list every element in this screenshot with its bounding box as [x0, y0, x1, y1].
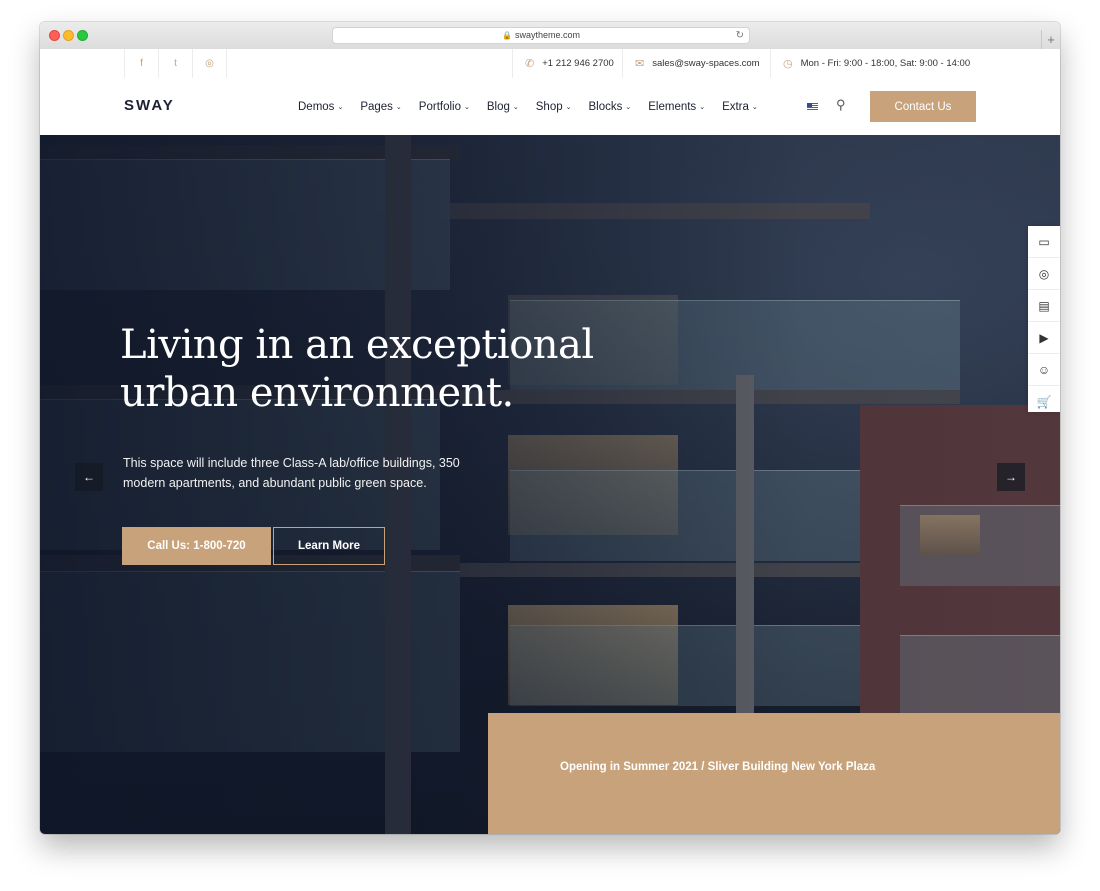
social-links: f t ◎: [124, 49, 227, 78]
nav-item-blog[interactable]: Blog ⌄: [487, 101, 519, 113]
reload-icon[interactable]: ↻: [736, 28, 744, 43]
nav-item-label: Blocks: [588, 100, 623, 113]
subtext-line: modern apartments, and abundant public g…: [123, 476, 427, 490]
maximize-window-button[interactable]: [77, 30, 88, 41]
instagram-icon[interactable]: ◎: [192, 49, 227, 78]
twitter-icon[interactable]: t: [158, 49, 192, 78]
side-toolbar: ▭ ◎ ▤ ▶ ☺ 🛒: [1028, 226, 1060, 412]
slider-prev-arrow-icon[interactable]: ←: [75, 463, 103, 491]
subtext-line: This space will include three Class-A la…: [123, 456, 460, 470]
nav-item-blocks[interactable]: Blocks ⌄: [589, 101, 632, 113]
phone-icon: ✆: [525, 58, 535, 70]
nav-menu: Demos ⌄ Pages ⌄ Portfolio ⌄ Blog ⌄ Shop ⌄ Blo…: [298, 78, 775, 135]
email-address: sales@sway-spaces.com: [652, 58, 760, 69]
support-icon[interactable]: ◎: [1028, 258, 1060, 290]
email-info[interactable]: ✉ sales@sway-spaces.com: [622, 49, 783, 78]
search-icon[interactable]: ⚲: [836, 97, 846, 113]
banner-text: Opening in Summer 2021 / Sliver Building…: [560, 761, 876, 773]
nav-item-elements[interactable]: Elements ⌄: [648, 101, 705, 113]
minimize-window-button[interactable]: [63, 30, 74, 41]
site-logo[interactable]: SWAY: [124, 97, 175, 114]
opening-banner: Opening in Summer 2021 / Sliver Building…: [488, 713, 1060, 834]
lock-icon: 🔒: [502, 31, 512, 40]
phone-number: +1 212 946 2700: [542, 58, 614, 69]
address-bar[interactable]: 🔒 swaytheme.com ↻: [332, 27, 750, 44]
nav-item-label: Elements: [648, 100, 697, 113]
hero-subtext: This space will include three Class-A la…: [123, 453, 503, 493]
nav-item-label: Pages: [360, 100, 393, 113]
document-icon[interactable]: ▤: [1028, 290, 1060, 322]
browser-titlebar: 🔒 swaytheme.com ↻ +: [40, 22, 1060, 50]
cart-icon[interactable]: 🛒: [1028, 386, 1060, 417]
new-tab-button[interactable]: +: [1041, 30, 1060, 49]
chevron-down-icon: ⌄: [463, 103, 470, 111]
close-window-button[interactable]: [49, 30, 60, 41]
nav-item-shop[interactable]: Shop ⌄: [536, 101, 572, 113]
hours-info: ◷ Mon - Fri: 9:00 - 18:00, Sat: 9:00 - 1…: [770, 49, 993, 78]
hero-headline: Living in an exceptional urban environme…: [120, 321, 640, 417]
nav-item-pages[interactable]: Pages ⌄: [360, 101, 401, 113]
chevron-down-icon: ⌄: [751, 103, 758, 111]
nav-item-portfolio[interactable]: Portfolio ⌄: [419, 101, 470, 113]
chevron-down-icon: ⌄: [699, 103, 706, 111]
clock-icon: ◷: [783, 58, 793, 70]
nav-item-label: Demos: [298, 100, 335, 113]
nav-item-demos[interactable]: Demos ⌄: [298, 101, 343, 113]
chevron-down-icon: ⌄: [512, 103, 519, 111]
nav-item-label: Blog: [486, 100, 510, 113]
contact-us-button[interactable]: Contact Us: [870, 91, 976, 122]
chevron-down-icon: ⌄: [395, 103, 402, 111]
video-icon[interactable]: ▶: [1028, 322, 1060, 354]
nav-item-label: Portfolio: [418, 100, 461, 113]
headline-line: urban environment.: [120, 370, 514, 416]
main-navigation: SWAY Demos ⌄ Pages ⌄ Portfolio ⌄ Blog ⌄ Shop…: [40, 78, 1060, 135]
us-flag-icon[interactable]: [807, 103, 818, 110]
chevron-down-icon: ⌄: [565, 103, 572, 111]
headline-line: Living in an exceptional: [120, 322, 594, 368]
top-info-bar: f t ◎ ✆ +1 212 946 2700 ✉ sales@sway-spa…: [40, 49, 1060, 79]
users-icon[interactable]: ☺: [1028, 354, 1060, 386]
nav-item-label: Extra: [722, 100, 749, 113]
hero-slider: Living in an exceptional urban environme…: [40, 135, 1060, 834]
chevron-down-icon: ⌄: [337, 103, 344, 111]
mail-icon: ✉: [635, 58, 645, 70]
url-text: swaytheme.com: [514, 30, 580, 40]
phone-info[interactable]: ✆ +1 212 946 2700: [512, 49, 635, 78]
slider-next-arrow-icon[interactable]: →: [997, 463, 1025, 491]
facebook-icon[interactable]: f: [124, 49, 158, 78]
nav-item-label: Shop: [535, 100, 563, 113]
opening-hours: Mon - Fri: 9:00 - 18:00, Sat: 9:00 - 14:…: [800, 58, 971, 69]
chat-icon[interactable]: ▭: [1028, 226, 1060, 258]
chevron-down-icon: ⌄: [625, 103, 632, 111]
nav-item-extra[interactable]: Extra ⌄: [722, 101, 758, 113]
browser-window: 🔒 swaytheme.com ↻ + f t ◎ ✆ +1 212 946 27…: [40, 22, 1060, 834]
learn-more-button[interactable]: Learn More: [273, 527, 385, 565]
call-us-button[interactable]: Call Us: 1-800-720: [122, 527, 271, 565]
